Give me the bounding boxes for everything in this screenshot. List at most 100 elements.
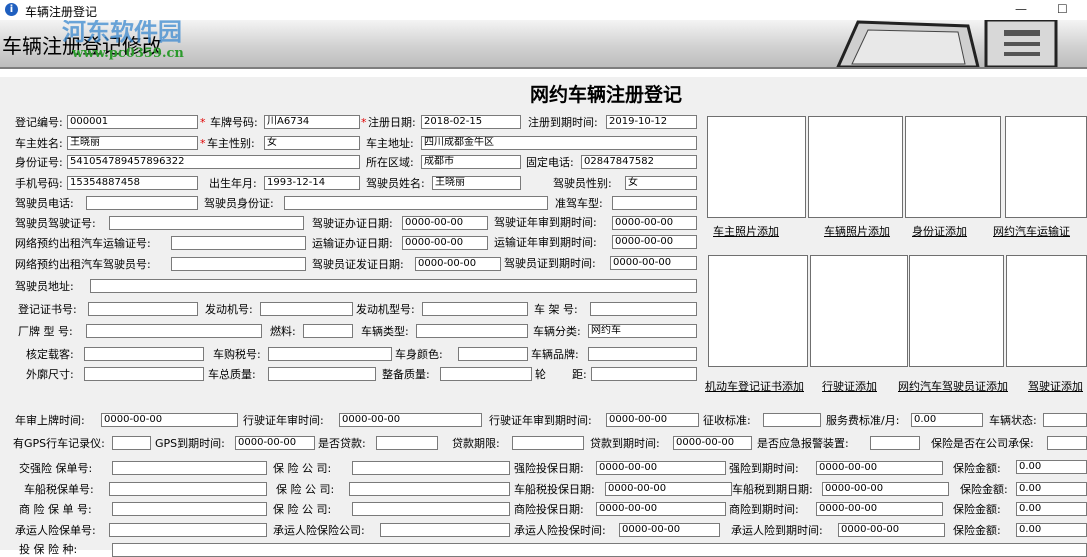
add-id-card-link[interactable]: 身份证添加 — [912, 225, 967, 239]
expire-field[interactable]: 2019-10-12 — [606, 115, 697, 129]
fuel-field[interactable] — [303, 324, 353, 338]
driver-addr-field[interactable] — [90, 279, 697, 293]
add-vehicle-photo-link[interactable]: 车辆照片添加 — [824, 225, 890, 239]
engine-model-field[interactable] — [422, 302, 528, 316]
purchase-tax-field[interactable] — [268, 347, 392, 361]
fee-std-field[interactable] — [763, 413, 821, 427]
ins-start-field[interactable]: 0000-00-00 — [619, 523, 720, 537]
ins-no-field[interactable] — [112, 461, 267, 475]
region-field[interactable]: 成都市 — [421, 155, 521, 169]
cert-no-field[interactable] — [88, 302, 198, 316]
owner-photo-box[interactable] — [707, 116, 806, 218]
ins-co-field[interactable] — [352, 461, 510, 475]
license-no-field[interactable] — [109, 216, 304, 230]
lic-annual-field[interactable]: 0000-00-00 — [339, 413, 482, 427]
seats-field[interactable] — [84, 347, 204, 361]
alarm-field[interactable] — [870, 436, 920, 450]
driver-name-field[interactable]: 王晓丽 — [432, 176, 521, 190]
id-field[interactable]: 541054789457896322 — [67, 155, 360, 169]
engine-no-field[interactable] — [260, 302, 353, 316]
reg-no-field[interactable]: 000001 — [67, 115, 198, 129]
transport-cert-photo-box[interactable] — [1005, 116, 1087, 218]
ins-no-field[interactable] — [112, 502, 267, 516]
annual-plate-field[interactable]: 0000-00-00 — [101, 413, 238, 427]
ins-start-field[interactable]: 0000-00-00 — [596, 461, 726, 475]
outline-size-field[interactable] — [84, 367, 204, 381]
ins-amount-field[interactable]: 0.00 — [1016, 460, 1087, 474]
vehicle-photo-box[interactable] — [808, 116, 903, 218]
body-color-field[interactable] — [458, 347, 528, 361]
insured-type-field[interactable] — [112, 543, 1087, 557]
add-transport-cert-link[interactable]: 网约汽车运输证 — [993, 225, 1070, 239]
mobile-field[interactable]: 15354887458 — [67, 176, 198, 190]
alarm-label: 是否应急报警装置: — [757, 437, 849, 450]
ins-start-field[interactable]: 0000-00-00 — [605, 482, 732, 496]
phone-field[interactable]: 02847847582 — [581, 155, 697, 169]
birth-field[interactable]: 1993-12-14 — [264, 176, 360, 190]
transport-issue-field[interactable]: 0000-00-00 — [402, 236, 488, 250]
loan-term-field[interactable] — [512, 436, 584, 450]
cert-issue-field[interactable]: 0000-00-00 — [415, 257, 501, 271]
brand-model-field[interactable] — [86, 324, 262, 338]
frame-no-field[interactable] — [590, 302, 697, 316]
transport-issue-label: 运输证办证日期: — [312, 237, 393, 250]
vehicle-type-field[interactable] — [416, 324, 528, 338]
ins-amount-field[interactable]: 0.00 — [1016, 502, 1087, 516]
transport-no-field[interactable] — [171, 236, 306, 250]
registration-cert-photo-box[interactable] — [708, 255, 808, 367]
license-annual-label: 驾驶证年审到期时间: — [494, 216, 597, 229]
driver-phone-field[interactable] — [86, 196, 198, 210]
gender-field[interactable]: 女 — [264, 136, 360, 150]
transport-annual-field[interactable]: 0000-00-00 — [612, 235, 697, 249]
add-registration-cert-link[interactable]: 机动车登记证书添加 — [705, 380, 804, 394]
service-fee-field[interactable]: 0.00 — [911, 413, 983, 427]
driver-gender-field[interactable]: 女 — [625, 176, 697, 190]
driver-id-field[interactable] — [284, 196, 548, 210]
add-driver-license-link[interactable]: 驾驶证添加 — [1028, 380, 1083, 394]
ins-start-field[interactable]: 0000-00-00 — [596, 502, 726, 516]
add-driving-license-link[interactable]: 行驶证添加 — [822, 380, 877, 394]
owner-field[interactable]: 王晓丽 — [67, 136, 198, 150]
id-card-photo-box[interactable] — [905, 116, 1001, 218]
gps-field[interactable] — [112, 436, 151, 450]
driver-cert-photo-box[interactable] — [909, 255, 1004, 367]
minimize-button[interactable]: — — [1015, 2, 1027, 16]
add-owner-photo-link[interactable]: 车主照片添加 — [713, 225, 779, 239]
driver-license-photo-box[interactable] — [1006, 255, 1087, 367]
gps-expire-field[interactable]: 0000-00-00 — [235, 436, 315, 450]
ins-company-field[interactable] — [1047, 436, 1087, 450]
vehicle-cat-field[interactable]: 网约车 — [588, 324, 697, 338]
driving-license-photo-box[interactable] — [810, 255, 908, 367]
vehicle-brand-field[interactable] — [588, 347, 697, 361]
ins-end-field[interactable]: 0000-00-00 — [816, 461, 943, 475]
ins-co-field[interactable] — [352, 502, 510, 516]
add-driver-cert-link[interactable]: 网约汽车驾驶员证添加 — [898, 380, 1008, 394]
ins-amount-field[interactable]: 0.00 — [1016, 523, 1087, 537]
wheelbase-field[interactable] — [591, 367, 697, 381]
license-class-field[interactable] — [612, 196, 697, 210]
ins-end-field[interactable]: 0000-00-00 — [822, 482, 949, 496]
driver-gender-label: 驾驶员性别: — [553, 177, 612, 190]
curb-weight-field[interactable] — [440, 367, 532, 381]
mobile-label: 手机号码: — [15, 177, 63, 190]
loan-field[interactable] — [376, 436, 438, 450]
reg-date-field[interactable]: 2018-02-15 — [421, 115, 521, 129]
ins-co-field[interactable] — [349, 482, 510, 496]
ins-co-field[interactable] — [380, 523, 510, 537]
ins-end-field[interactable]: 0000-00-00 — [838, 523, 945, 537]
ins-no-field[interactable] — [109, 482, 267, 496]
driver-cert-field[interactable] — [171, 257, 306, 271]
lic-expire-field[interactable]: 0000-00-00 — [606, 413, 699, 427]
cert-expire-field[interactable]: 0000-00-00 — [610, 256, 697, 270]
plate-field[interactable]: 川A6734 — [264, 115, 360, 129]
loan-expire-field[interactable]: 0000-00-00 — [673, 436, 752, 450]
ins-end-field[interactable]: 0000-00-00 — [816, 502, 943, 516]
owner-addr-field[interactable]: 四川成都金牛区 — [421, 136, 697, 150]
license-annual-field[interactable]: 0000-00-00 — [612, 216, 697, 230]
ins-no-field[interactable] — [109, 523, 267, 537]
gross-weight-field[interactable] — [268, 367, 376, 381]
ins-amount-field[interactable]: 0.00 — [1016, 482, 1087, 496]
maximize-button[interactable]: ☐ — [1057, 2, 1068, 16]
vehicle-status-field[interactable] — [1043, 413, 1087, 427]
license-issue-field[interactable]: 0000-00-00 — [402, 216, 488, 230]
